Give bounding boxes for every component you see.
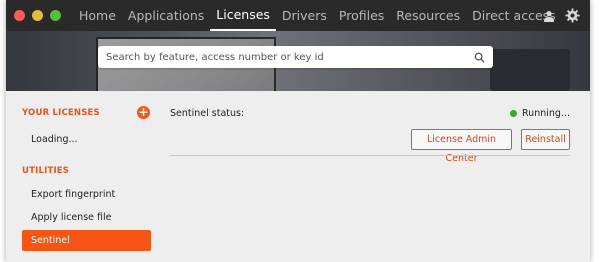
user-icon[interactable]	[543, 10, 555, 22]
licenses-loading-text: Loading...	[31, 134, 78, 145]
reinstall-button[interactable]: Reinstall	[521, 129, 570, 150]
sentinel-status: Running...	[510, 108, 570, 119]
nav-drivers[interactable]: Drivers	[276, 0, 333, 31]
your-licenses-heading: YOUR LICENSES	[22, 108, 100, 118]
top-nav-bar: Home Applications Licenses Drivers Profi…	[6, 0, 590, 31]
sidebar-item-apply-license-file[interactable]: Apply license file	[22, 207, 151, 228]
sidebar: YOUR LICENSES + Loading... UTILITIES Exp…	[6, 91, 166, 262]
sentinel-status-label: Sentinel status:	[170, 108, 245, 119]
minimize-window-button[interactable]	[32, 10, 43, 21]
nav-licenses[interactable]: Licenses	[210, 0, 276, 31]
main-nav: Home Applications Licenses Drivers Profi…	[73, 0, 562, 31]
nav-applications[interactable]: Applications	[122, 0, 210, 31]
license-admin-center-button[interactable]: License Admin Center	[411, 129, 512, 164]
sidebar-item-export-fingerprint[interactable]: Export fingerprint	[22, 184, 151, 205]
search-bar	[98, 46, 493, 68]
app-window: Home Applications Licenses Drivers Profi…	[6, 0, 590, 262]
maximize-window-button[interactable]	[50, 10, 61, 21]
utilities-heading: UTILITIES	[22, 166, 70, 176]
sentinel-status-value: Running...	[522, 108, 570, 119]
search-input[interactable]	[106, 51, 474, 63]
top-right-icons	[543, 8, 580, 23]
status-indicator-dot	[510, 110, 517, 117]
sidebar-item-sentinel[interactable]: Sentinel	[22, 230, 151, 251]
nav-home[interactable]: Home	[73, 0, 122, 31]
window-controls	[14, 10, 61, 21]
add-license-button[interactable]: +	[137, 106, 150, 119]
divider	[170, 155, 570, 156]
gear-icon[interactable]	[565, 8, 580, 23]
main-content: Sentinel status: Running... License Admi…	[170, 91, 590, 262]
nav-resources[interactable]: Resources	[390, 0, 466, 31]
close-window-button[interactable]	[14, 10, 25, 21]
search-icon[interactable]	[474, 48, 485, 67]
nav-profiles[interactable]: Profiles	[333, 0, 390, 31]
